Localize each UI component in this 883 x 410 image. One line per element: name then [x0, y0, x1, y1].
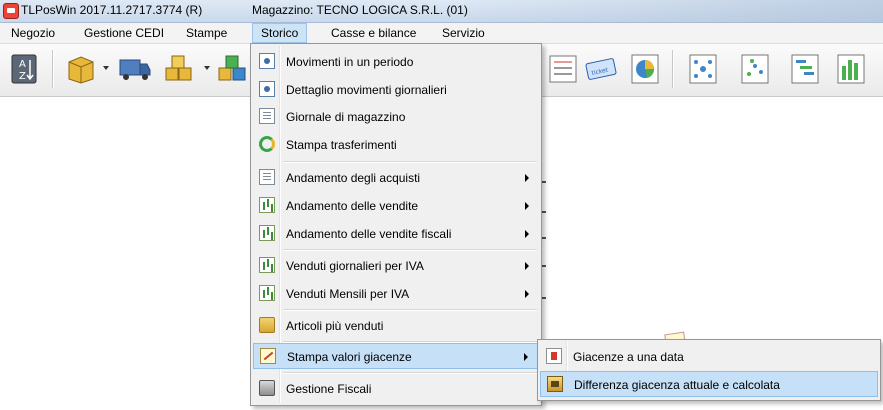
purchases-icon	[259, 169, 275, 185]
menu-item-label: Andamento delle vendite fiscali	[286, 227, 452, 241]
menu-item-stampa-valori-giacenze[interactable]: Stampa valori giacenze	[253, 343, 539, 369]
submenu-item-label: Giacenze a una data	[573, 350, 684, 364]
submenu-arrow-icon	[525, 174, 529, 182]
scatter-icon[interactable]	[738, 52, 772, 86]
menu-casse-e-bilance[interactable]: Casse e bilance	[323, 23, 424, 43]
menu-item-dettaglio-movimenti-giornalieri[interactable]: Dettaglio movimenti giornalieri	[253, 77, 539, 103]
menu-separator	[283, 309, 537, 311]
menu-storico[interactable]: Storico	[252, 23, 308, 43]
menu-item-label: Dettaglio movimenti giornalieri	[286, 83, 447, 97]
svg-text:Z: Z	[19, 71, 26, 82]
submenu-arrow-icon	[524, 353, 528, 361]
stampa-valori-giacenze-submenu: Giacenze a una data Differenza giacenza …	[537, 339, 881, 401]
daily-details-icon	[259, 81, 275, 97]
menu-item-movimenti-in-un-periodo[interactable]: Movimenti in un periodo	[253, 49, 539, 75]
daily-vat-icon	[259, 257, 275, 273]
network-icon[interactable]	[686, 52, 720, 86]
menu-separator	[283, 372, 537, 374]
transfers-icon	[259, 136, 275, 152]
sort-az-icon[interactable]: A Z	[8, 52, 42, 86]
list-chart-icon[interactable]	[546, 52, 580, 86]
menu-gestione-cedi[interactable]: Gestione CEDI	[76, 23, 172, 43]
submenu-arrow-icon	[525, 202, 529, 210]
app-title: TLPosWin 2017.11.2717.3774 (R)	[21, 3, 203, 17]
menu-item-articoli-piu-venduti[interactable]: Articoli più venduti	[253, 313, 539, 339]
menu-item-label: Articoli più venduti	[286, 319, 384, 333]
svg-text:A: A	[19, 59, 26, 70]
stock-date-icon	[546, 348, 562, 364]
menu-item-label: Gestione Fiscali	[286, 382, 372, 396]
menu-item-label: Giornale di magazzino	[286, 110, 406, 124]
background-fragment	[542, 181, 546, 183]
menu-stampe[interactable]: Stampe	[178, 23, 235, 43]
background-fragment	[542, 297, 546, 299]
title-bar-background	[453, 0, 883, 22]
background-fragment	[542, 265, 546, 267]
bar-chart-icon[interactable]	[834, 52, 868, 86]
stock-values-icon	[260, 348, 276, 364]
gantt-icon[interactable]	[788, 52, 822, 86]
title-bar: TLPosWin 2017.11.2717.3774 (R) Magazzino…	[0, 0, 883, 23]
storico-dropdown-menu: Movimenti in un periodo Dettaglio movime…	[250, 43, 542, 406]
sales-trend-icon	[259, 197, 275, 213]
monthly-vat-icon	[259, 285, 275, 301]
menu-servizio[interactable]: Servizio	[434, 23, 493, 43]
box-dropdown-arrow-icon[interactable]	[103, 66, 109, 70]
truck-icon[interactable]	[118, 52, 152, 86]
menu-item-stampa-trasferimenti[interactable]: Stampa trasferimenti	[253, 132, 539, 158]
fiscal-sales-icon	[259, 225, 275, 241]
menu-item-giornale-di-magazzino[interactable]: Giornale di magazzino	[253, 104, 539, 130]
menu-item-gestione-fiscali[interactable]: Gestione Fiscali	[253, 376, 539, 402]
menu-item-venduti-mensili-per-iva[interactable]: Venduti Mensili per IVA	[253, 281, 539, 307]
menu-separator	[283, 161, 537, 163]
app-logo-icon	[3, 3, 19, 19]
menu-item-label: Movimenti in un periodo	[286, 55, 414, 69]
menu-item-venduti-giornalieri-per-iva[interactable]: Venduti giornalieri per IVA	[253, 253, 539, 279]
menu-item-andamento-degli-acquisti[interactable]: Andamento degli acquisti	[253, 165, 539, 191]
menu-bar: Negozio Gestione CEDI Stampe Storico Cas…	[0, 23, 883, 44]
toolbar-separator	[52, 50, 54, 88]
menu-item-label: Stampa valori giacenze	[287, 350, 412, 364]
box-icon[interactable]	[64, 52, 98, 86]
menu-item-andamento-delle-vendite-fiscali[interactable]: Andamento delle vendite fiscali	[253, 221, 539, 247]
menu-item-label: Venduti Mensili per IVA	[286, 287, 410, 301]
top-items-icon	[259, 317, 275, 333]
background-fragment	[542, 237, 546, 239]
colored-boxes-icon[interactable]	[216, 52, 250, 86]
stock-difference-icon	[547, 376, 563, 392]
background-fragment	[542, 211, 546, 213]
fiscal-management-icon	[259, 380, 275, 396]
submenu-arrow-icon	[525, 262, 529, 270]
menu-item-label: Andamento delle vendite	[286, 199, 419, 213]
boxes-dropdown-arrow-icon[interactable]	[204, 66, 210, 70]
ticket-icon[interactable]: ticket	[584, 52, 618, 86]
submenu-arrow-icon	[525, 290, 529, 298]
menu-item-label: Venduti giornalieri per IVA	[286, 259, 424, 273]
warehouse-journal-icon	[259, 108, 275, 124]
submenu-item-differenza-giacenza[interactable]: Differenza giacenza attuale e calcolata	[540, 371, 878, 397]
movements-icon	[259, 53, 275, 69]
boxes-icon[interactable]	[162, 52, 196, 86]
menu-separator	[283, 249, 537, 251]
menu-item-andamento-delle-vendite[interactable]: Andamento delle vendite	[253, 193, 539, 219]
pie-chart-icon[interactable]	[628, 52, 662, 86]
toolbar-separator	[672, 50, 674, 88]
submenu-arrow-icon	[525, 230, 529, 238]
submenu-item-label: Differenza giacenza attuale e calcolata	[574, 378, 780, 392]
menu-item-label: Stampa trasferimenti	[286, 138, 397, 152]
window-title: Magazzino: TECNO LOGICA S.R.L. (01)	[252, 3, 468, 17]
menu-negozio[interactable]: Negozio	[3, 23, 63, 43]
submenu-item-giacenze-a-una-data[interactable]: Giacenze a una data	[540, 344, 878, 370]
menu-item-label: Andamento degli acquisti	[286, 171, 421, 185]
